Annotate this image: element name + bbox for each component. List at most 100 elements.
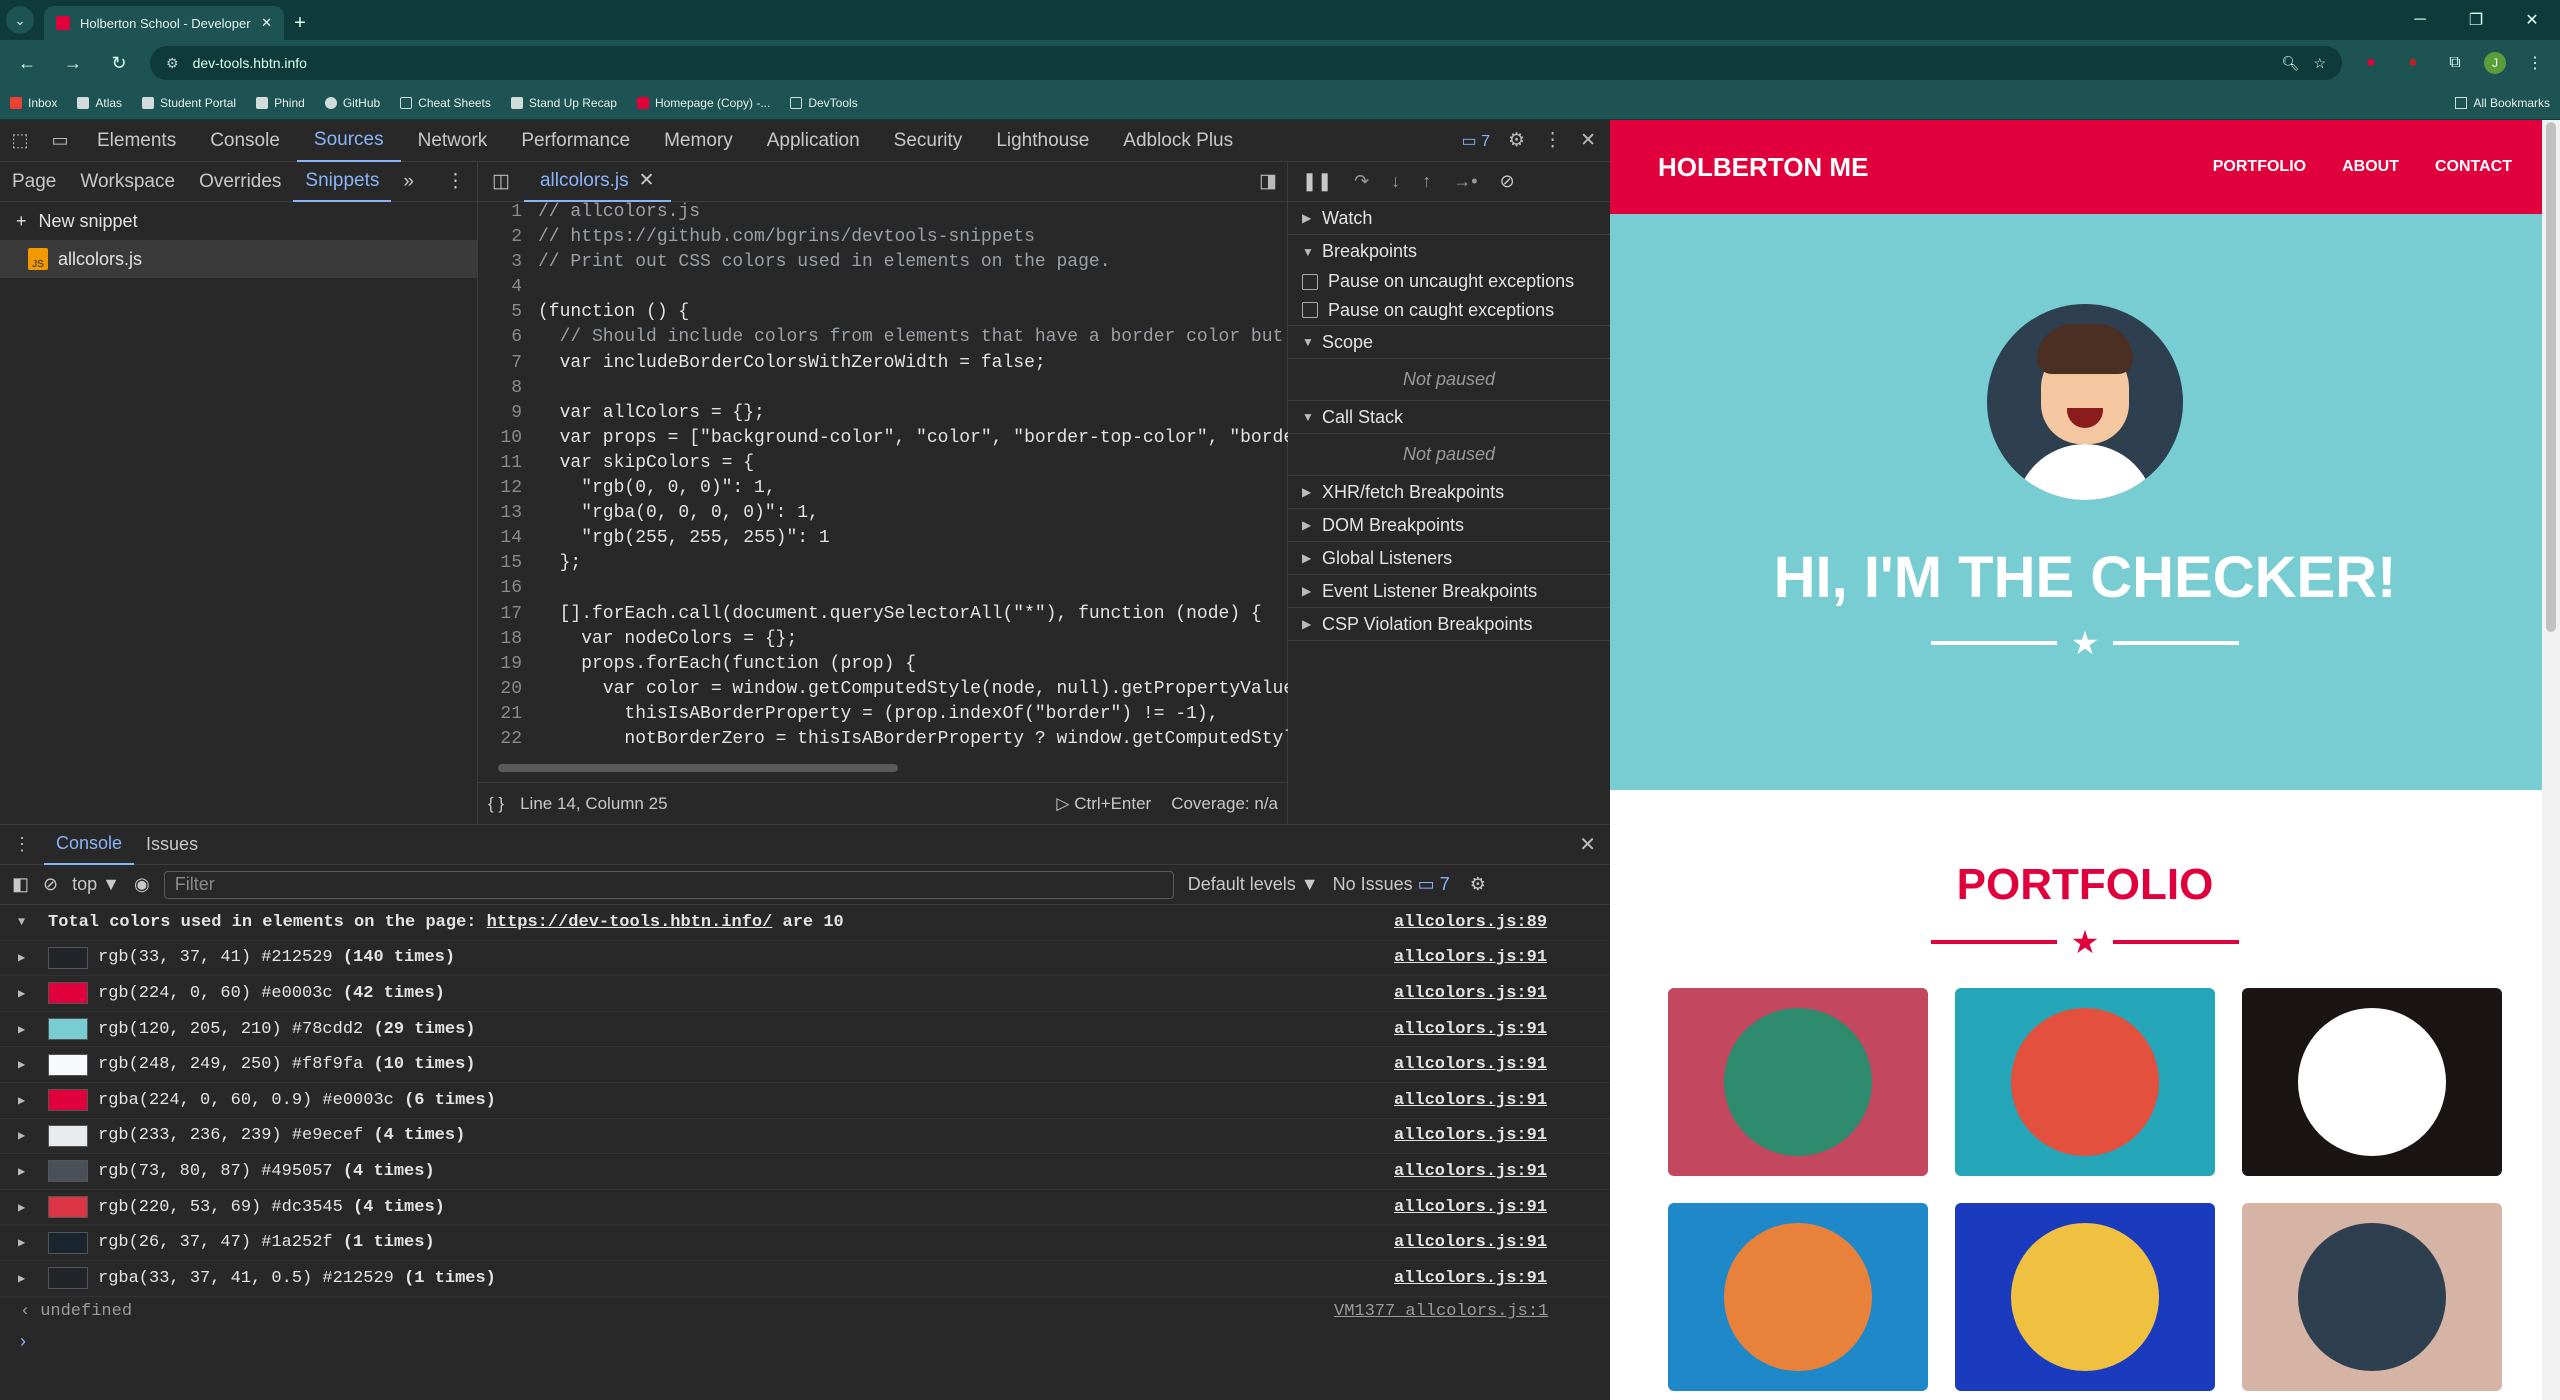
pause-icon[interactable]: ❚❚ [1302,171,1332,192]
source-link[interactable]: allcolors.js:91 [1394,1269,1547,1288]
close-devtools-icon[interactable]: ✕ [1580,129,1596,152]
all-bookmarks[interactable]: All Bookmarks [2455,96,2550,110]
tab-search-icon[interactable]: ⌄ [6,6,34,34]
console-color-row[interactable]: ▶ rgb(33, 37, 41) #212529 (140 times) allc… [0,941,1610,977]
source-link[interactable]: allcolors.js:89 [1394,913,1547,932]
line-number[interactable]: 20 [478,679,538,704]
code-line[interactable]: 22 notBorderZero = thisIsABorderProperty… [478,729,1288,754]
line-number[interactable]: 17 [478,604,538,629]
new-tab-button[interactable]: + [284,6,316,40]
line-number[interactable]: 7 [478,353,538,378]
code-line[interactable]: 13 "rgba(0, 0, 0, 0)": 1, [478,503,1288,528]
console-color-row[interactable]: ▶ rgb(233, 236, 239) #e9ecef (4 times) all… [0,1119,1610,1155]
pretty-print-icon[interactable]: { } [488,794,504,814]
tab-security[interactable]: Security [877,120,980,162]
source-link[interactable]: allcolors.js:91 [1394,1198,1547,1217]
line-number[interactable]: 15 [478,553,538,578]
tab-adblock-plus[interactable]: Adblock Plus [1106,120,1250,162]
line-number[interactable]: 8 [478,378,538,403]
close-drawer-icon[interactable]: ✕ [1579,832,1610,857]
code-line[interactable]: 15 }; [478,553,1288,578]
tab-page[interactable]: Page [0,171,68,193]
code-line[interactable]: 2// https://github.com/bgrins/devtools-s… [478,227,1288,252]
page-scrollbar[interactable] [2542,120,2560,1400]
browser-tab[interactable]: Holberton School - Developer ✕ [44,6,284,40]
run-snippet-button[interactable]: ▷ Ctrl+Enter [1056,794,1151,814]
line-number[interactable]: 16 [478,578,538,603]
clear-console-icon[interactable]: ⊘ [43,874,58,895]
console-color-row[interactable]: ▶ rgb(120, 205, 210) #78cdd2 (29 times) al… [0,1012,1610,1048]
line-number[interactable]: 21 [478,704,538,729]
extensions-icon[interactable]: ⧉ [2442,54,2468,72]
console-color-row[interactable]: ▶ rgba(224, 0, 60, 0.9) #e0003c (6 times)… [0,1083,1610,1119]
source-link[interactable]: allcolors.js:91 [1394,1055,1547,1074]
device-toolbar-icon[interactable]: ▭ [40,130,80,151]
line-number[interactable]: 3 [478,252,538,277]
xhr-breakpoints-section[interactable]: ▶ XHR/fetch Breakpoints [1288,476,1610,509]
nav-link-portfolio[interactable]: PORTFOLIO [2213,158,2306,176]
new-snippet-button[interactable]: + New snippet [0,202,477,240]
console-color-row[interactable]: ▶ rgb(73, 80, 87) #495057 (4 times) allcol… [0,1154,1610,1190]
csp-violation-breakpoints-section[interactable]: ▶ CSP Violation Breakpoints [1288,608,1610,641]
horizontal-scrollbar[interactable] [478,754,1288,782]
source-link[interactable]: allcolors.js:91 [1394,1233,1547,1252]
forward-icon[interactable]: → [58,53,88,74]
call-stack-section[interactable]: ▼ Call Stack [1288,401,1610,434]
bookmark-item[interactable]: Cheat Sheets [400,96,491,110]
settings-gear-icon[interactable]: ⚙ [1508,129,1525,152]
code-line[interactable]: 8 [478,378,1288,403]
code-line[interactable]: 1// allcolors.js [478,202,1288,227]
portfolio-card[interactable] [1668,988,1928,1176]
console-color-row[interactable]: ▶ rgb(248, 249, 250) #f8f9fa (10 times) al… [0,1047,1610,1083]
live-expression-eye-icon[interactable]: ◉ [134,874,150,895]
deactivate-breakpoints-icon[interactable]: ⊘ [1500,171,1515,192]
code-line[interactable]: 4 [478,277,1288,302]
source-link[interactable]: allcolors.js:91 [1394,984,1547,1003]
close-editor-tab-icon[interactable]: ✕ [639,169,655,192]
line-number[interactable]: 4 [478,277,538,302]
inspect-element-icon[interactable]: ⬚ [0,130,40,151]
code-line[interactable]: 14 "rgb(255, 255, 255)": 1 [478,528,1288,553]
nav-link-contact[interactable]: CONTACT [2435,158,2512,176]
profile-avatar[interactable]: J [2484,52,2506,74]
step-out-icon[interactable]: ↑ [1422,171,1431,192]
more-options-icon[interactable]: ⋮ [1543,129,1562,152]
tab-overrides[interactable]: Overrides [187,171,293,193]
line-number[interactable]: 9 [478,403,538,428]
step-icon[interactable]: →• [1453,171,1477,192]
tab-elements[interactable]: Elements [80,120,193,162]
adblock-icon[interactable]: ● [2358,54,2384,72]
code-line[interactable]: 7 var includeBorderColorsWithZeroWidth =… [478,353,1288,378]
code-line[interactable]: 20 var color = window.getComputedStyle(n… [478,679,1288,704]
bookmark-item[interactable]: Phind [256,96,305,110]
pause-uncaught-checkbox[interactable]: Pause on uncaught exceptions [1288,268,1610,295]
line-number[interactable]: 5 [478,302,538,327]
code-line[interactable]: 12 "rgb(0, 0, 0)": 1, [478,478,1288,503]
line-number[interactable]: 11 [478,453,538,478]
watch-section[interactable]: ▶ Watch [1288,202,1610,235]
code-line[interactable]: 5 (function () { [478,302,1288,327]
step-into-icon[interactable]: ↓ [1391,171,1400,192]
context-selector[interactable]: top ▼ [72,874,120,895]
code-line[interactable]: 17 [].forEach.call(document.querySelecto… [478,604,1288,629]
bookmark-item[interactable]: DevTools [790,96,858,110]
drawer-tab-issues[interactable]: Issues [134,825,210,865]
code-line[interactable]: 3// Print out CSS colors used in element… [478,252,1288,277]
tab-network[interactable]: Network [401,120,505,162]
console-color-row[interactable]: ▶ rgb(224, 0, 60) #e0003c (42 times) allco… [0,976,1610,1012]
line-number[interactable]: 22 [478,729,538,754]
scroll-thumb[interactable] [498,764,898,772]
console-group-header[interactable]: ▼ Total colors used in elements on the p… [0,905,1610,941]
page-url-link[interactable]: https://dev-tools.hbtn.info/ [487,913,773,932]
code-line[interactable]: 16 [478,578,1288,603]
editor-tab[interactable]: allcolors.js ✕ [523,162,671,202]
code-line[interactable]: 11 var skipColors = { [478,453,1288,478]
source-link[interactable]: allcolors.js:91 [1394,1091,1547,1110]
ublock-icon[interactable]: ● [2400,54,2426,72]
pause-caught-checkbox[interactable]: Pause on caught exceptions [1288,295,1610,326]
line-number[interactable]: 18 [478,629,538,654]
code-line[interactable]: 21 thisIsABorderProperty = (prop.indexOf… [478,704,1288,729]
zoom-icon[interactable]: 🔍︎ [2282,55,2300,72]
dom-breakpoints-section[interactable]: ▶ DOM Breakpoints [1288,509,1610,542]
source-link[interactable]: allcolors.js:91 [1394,1162,1547,1181]
